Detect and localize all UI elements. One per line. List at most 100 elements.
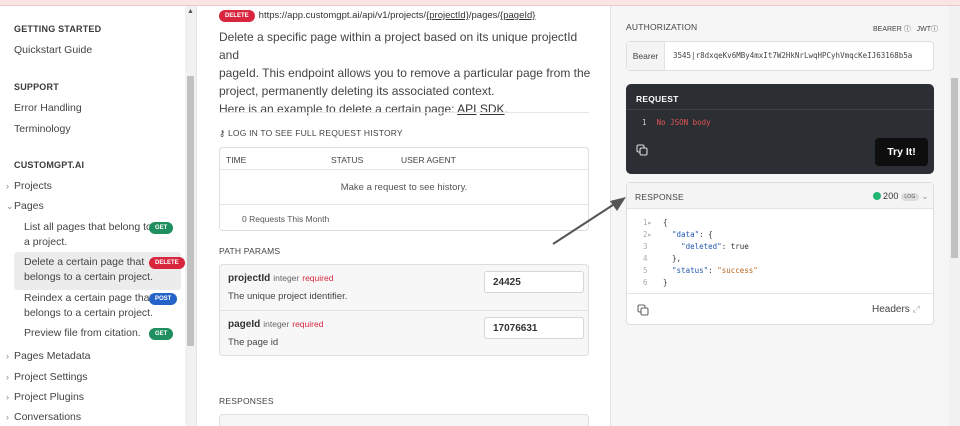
param-name: pageId integer required (228, 319, 323, 330)
json-string: "success" (717, 266, 758, 275)
login-history-label: LOG IN TO SEE FULL REQUEST HISTORY (228, 128, 403, 138)
authorization-title: AUTHORIZATION (626, 22, 698, 32)
line-number: 1▸ (643, 218, 653, 227)
log-badge: LOG (901, 193, 919, 201)
method-badge-delete: DELETE (219, 10, 255, 22)
json-key: "status" (672, 266, 709, 275)
status-code: 200 (883, 191, 899, 201)
try-it-panel: AUTHORIZATION BEARER ⓘ JWTⓘ Bearer 3545|… (610, 6, 960, 426)
sidebar-group-conversations[interactable]: › Conversations (6, 411, 81, 423)
copy-icon[interactable] (636, 144, 648, 156)
key-icon: ⚷ (219, 128, 228, 138)
param-page-id: pageId integer required The page id (220, 310, 588, 355)
example-text: Here is an example to delete a certain p… (219, 102, 458, 116)
history-col-user-agent: USER AGENT (401, 155, 456, 165)
scroll-up-arrow-icon[interactable]: ▲ (187, 8, 194, 15)
sidebar-item-error-handling[interactable]: Error Handling (14, 102, 82, 114)
sdk-link[interactable]: SDK (480, 102, 505, 116)
url-param-page-id: {pageId} (500, 10, 536, 21)
bearer-option[interactable]: BEARER (873, 26, 902, 33)
sidebar-group-label: Project Plugins (14, 391, 85, 403)
bearer-field-label: Bearer (627, 42, 665, 70)
json-key: "data" (672, 230, 700, 239)
section-heading-getting-started: GETTING STARTED (14, 24, 102, 34)
param-name-text: projectId (228, 273, 271, 284)
param-required: required (292, 319, 324, 329)
headers-toggle[interactable]: Headers ⤢ (872, 304, 920, 315)
copy-icon[interactable] (637, 304, 649, 316)
param-description: The unique project identifier. (228, 291, 348, 302)
response-status[interactable]: 200 LOG ⌄ (873, 191, 929, 202)
sidebar-group-projects[interactable]: › Projects (6, 180, 52, 192)
sidebar-item-label: a project. (24, 236, 68, 248)
path-params-box: projectId integer required The unique proj… (219, 264, 589, 356)
section-heading-support: SUPPORT (14, 82, 59, 92)
login-history-link[interactable]: ⚷ LOG IN TO SEE FULL REQUEST HISTORY (219, 128, 403, 139)
responses-title: RESPONSES (219, 396, 274, 406)
sidebar-scrollbar[interactable]: ▲ (185, 6, 196, 426)
param-name-text: pageId (228, 319, 261, 330)
endpoint-description: Delete a specific page within a project … (219, 28, 591, 118)
sidebar-item-quickstart[interactable]: Quickstart Guide (14, 44, 92, 56)
method-badge-get: GET (149, 222, 174, 234)
response-title: RESPONSE (635, 192, 684, 202)
description-line: pageId. This endpoint allows you to remo… (219, 66, 591, 80)
path-params-title: PATH PARAMS (219, 246, 281, 256)
line-number: 4 (643, 254, 648, 263)
response-header: RESPONSE 200 LOG ⌄ (627, 183, 933, 209)
bearer-token-value[interactable]: 3545|r8dxqeKv6MBy4mxIt7W2HkNrLwqHPCyhVmq… (673, 51, 912, 60)
request-body-text: No JSON body (656, 118, 711, 127)
sidebar-item-label: belongs to a certain project. (24, 307, 153, 319)
chevron-right-icon: › (6, 412, 9, 422)
headers-label: Headers (872, 304, 910, 315)
line-number: 2▸ (643, 230, 653, 239)
history-empty-message: Make a request to see history. (340, 182, 468, 193)
page-scrollbar[interactable] (949, 6, 960, 426)
line-number: 3 (643, 242, 648, 251)
sidebar-group-pages-metadata[interactable]: › Pages Metadata (6, 350, 90, 362)
request-code: 1 No JSON body (642, 118, 711, 127)
sidebar-item-terminology[interactable]: Terminology (14, 123, 71, 135)
chevron-right-icon: › (6, 372, 9, 382)
chevron-right-icon: › (6, 351, 9, 361)
request-history-table: TIME STATUS USER AGENT Make a request to… (219, 147, 589, 231)
line-number: 6 (643, 278, 648, 287)
sidebar-group-label: Project Settings (14, 371, 88, 383)
param-project-id: projectId integer required The unique proj… (220, 265, 588, 310)
description-line: project, permanently deleting its associ… (219, 84, 495, 98)
sidebar-group-pages[interactable]: ⌄Pages (6, 200, 44, 212)
description-line: Delete a specific page within a project … (219, 30, 578, 62)
url-middle: /pages/ (468, 10, 501, 21)
project-id-input[interactable] (484, 271, 584, 293)
sidebar-group-project-plugins[interactable]: › Project Plugins (6, 391, 84, 403)
try-it-button[interactable]: Try It! (875, 138, 928, 166)
endpoint-url: DELETE https://app.customgpt.ai/api/v1/pr… (219, 10, 535, 22)
sidebar-item-label: belongs to a certain project. (24, 271, 153, 283)
api-link[interactable]: API (457, 102, 476, 116)
param-type: integer (273, 273, 300, 283)
bearer-token-field[interactable]: Bearer 3545|r8dxqeKv6MBy4mxIt7W2HkNrLwqH… (626, 41, 934, 71)
expand-icon: ⤢ (912, 304, 920, 314)
section-heading-customgpt: CUSTOMGPT.AI (14, 160, 85, 170)
request-title: REQUEST (626, 84, 934, 110)
jwt-option[interactable]: JWT (917, 26, 931, 33)
chevron-right-icon: › (6, 392, 9, 402)
line-number: 1 (642, 118, 647, 127)
page-scrollbar-thumb[interactable] (951, 78, 958, 258)
sidebar-group-project-settings[interactable]: › Project Settings (6, 371, 88, 383)
page-id-input[interactable] (484, 317, 584, 339)
sidebar-scrollbar-thumb[interactable] (187, 76, 194, 346)
example-line: Here is an example to delete a certain p… (219, 100, 591, 118)
sidebar-group-label: Pages (14, 200, 44, 212)
response-footer: Headers ⤢ (627, 293, 933, 325)
auth-type-toggle[interactable]: BEARER ⓘ JWTⓘ (873, 24, 938, 34)
endpoint-main-panel: DELETE https://app.customgpt.ai/api/v1/pr… (196, 6, 610, 426)
history-table-header: TIME STATUS USER AGENT (220, 148, 588, 170)
responses-box[interactable] (219, 414, 589, 426)
url-prefix: https://app.customgpt.ai/api/v1/projects… (258, 10, 427, 21)
method-badge-get: GET (149, 328, 174, 340)
history-col-status: STATUS (331, 155, 364, 165)
method-badge-delete: DELETE (149, 257, 185, 269)
sidebar-group-label: Projects (14, 180, 52, 192)
chevron-down-icon: ⌄ (921, 191, 929, 201)
